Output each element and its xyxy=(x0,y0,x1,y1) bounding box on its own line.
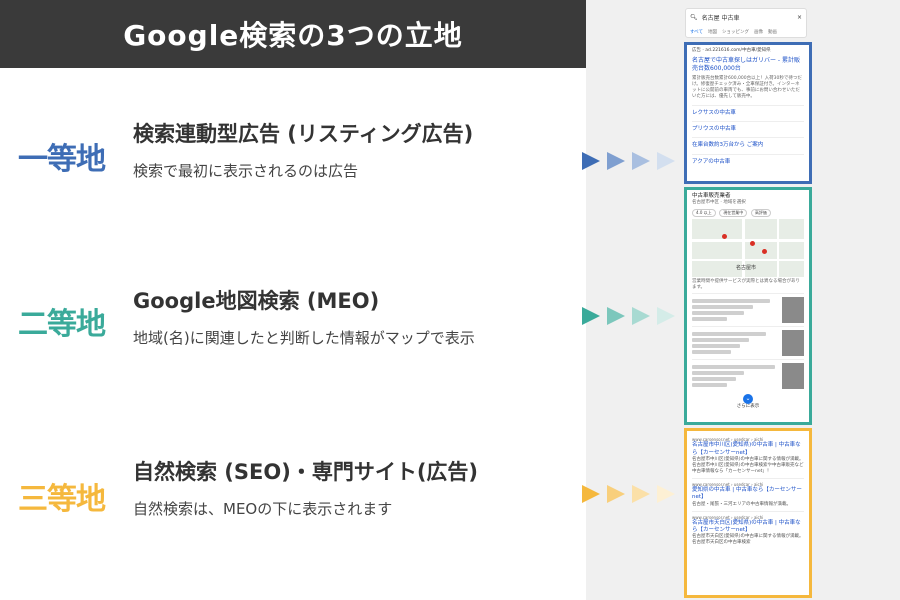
tier-3-arrows xyxy=(580,483,680,505)
page-title: Google検索の3つの立地 xyxy=(123,19,463,52)
organic-result: www.carsensor.net › usedcar › aichi 愛知県の… xyxy=(692,479,804,512)
chip-rating: 4.0 以上 xyxy=(692,209,716,217)
ad-desc: 累計販売台数累計600,000台以上！入荷30秒で待つだけ。修復歴チェック済み・… xyxy=(692,76,802,100)
arrow-icon xyxy=(582,152,600,170)
organic-result: www.carsensor.net › usedcar › aichi 名古屋市… xyxy=(692,434,804,479)
tier-3-title: 自然検索 (SEO)・専門サイト(広告) xyxy=(133,460,479,484)
local-result-box: 中古車販売業者 名古屋市中区 · 地域を選択 4.0 以上 現在営業中 高評価 … xyxy=(684,187,812,425)
organic-title: 名古屋市中川区(愛知県)の中古車 | 中古車なら【カーセンサーnet】 xyxy=(692,442,801,456)
listing-thumbnail xyxy=(782,330,804,357)
ad-sitelink-4: アクアの中古車 xyxy=(692,153,804,170)
filter-chips: 4.0 以上 現在営業中 高評価 xyxy=(692,209,804,217)
list-item xyxy=(692,326,804,359)
tier-3-desc: 自然検索は、MEOの下に表示されます xyxy=(133,500,393,518)
tier-2-label: 二等地 xyxy=(18,307,106,342)
map-label: 名古屋市 xyxy=(736,265,757,272)
tab-maps: 地図 xyxy=(708,30,718,35)
map-pin-icon xyxy=(762,249,767,255)
tier-3-label: 三等地 xyxy=(18,482,106,517)
tier-2-desc: 地域(名)に関連したと判断した情報がマップで表示 xyxy=(133,329,475,347)
organic-result-box: www.carsensor.net › usedcar › aichi 名古屋市… xyxy=(684,428,812,598)
tab-images: 画像 xyxy=(754,30,764,35)
organic-desc: 名古屋市中川区(愛知県)の中古車に関する情報が満載。名古屋市中川区(愛知県)の中… xyxy=(692,456,804,474)
map-preview: 名古屋市 xyxy=(692,219,809,278)
list-item xyxy=(692,293,804,326)
tier-2-title: Google地図検索 (MEO) xyxy=(133,289,380,313)
search-icon: 🔍︎ xyxy=(690,14,698,21)
ad-sitelink-1: レクサスの中古車 xyxy=(692,104,804,121)
tier-1-desc: 検索で最初に表示されるのは広告 xyxy=(133,162,359,180)
local-subheading: 名古屋市中区 · 地域を選択 xyxy=(692,200,746,206)
ad-sitelink-3: 在庫台数約3万台から ご案内 xyxy=(692,137,804,153)
arrow-icon xyxy=(632,485,650,503)
header-banner: Google検索の3つの立地 xyxy=(0,0,586,68)
search-query: 名古屋 中古車 xyxy=(701,15,740,22)
arrow-icon xyxy=(632,152,650,170)
map-pin-icon xyxy=(750,241,755,247)
tier-2-arrows xyxy=(580,305,680,327)
list-item xyxy=(692,359,804,392)
arrow-icon xyxy=(582,485,600,503)
chip-top: 高評価 xyxy=(750,209,771,217)
ad-result-box: 広告 · ad.221616.com/中古車/愛知県 名古屋で中古車探しはガリバ… xyxy=(684,42,812,184)
ad-title: 名古屋で中古車探しはガリバー - 累計販売台数600,000台 xyxy=(692,57,800,73)
more-label: さらに表示 xyxy=(736,404,760,410)
listing-thumbnail xyxy=(782,363,804,390)
arrow-icon xyxy=(632,307,650,325)
arrow-icon xyxy=(657,152,675,170)
tier-1-label: 一等地 xyxy=(18,142,106,177)
close-icon: × xyxy=(796,14,802,21)
chip-open: 現在営業中 xyxy=(719,209,748,217)
arrow-icon xyxy=(657,485,675,503)
tier-1-title: 検索連動型広告 (リスティング広告) xyxy=(133,122,474,146)
organic-title: 愛知県の中古車 | 中古車なら【カーセンサーnet】 xyxy=(692,487,802,501)
tab-shopping: ショッピング xyxy=(722,30,750,35)
chevron-down-icon: ⌄ xyxy=(743,394,753,405)
organic-result: www.carsensor.net › usedcar › aichi 名古屋市… xyxy=(692,512,804,550)
organic-title: 名古屋市天白区(愛知県)の中古車 | 中古車なら【カーセンサーnet】 xyxy=(692,519,801,534)
organic-desc: 名古屋市天白区(愛知県)の中古車に関する情報が満載。名古屋市天白区の中古車検索 xyxy=(692,534,804,546)
arrow-icon xyxy=(607,307,625,325)
arrow-icon xyxy=(607,485,625,503)
tab-videos: 動画 xyxy=(768,30,778,35)
search-bar-mock: 🔍︎ 名古屋 中古車 × すべて 地図 ショッピング 画像 動画 xyxy=(685,8,807,38)
local-notice: 営業時間や提供サービスが実際とは異なる場合があります。 xyxy=(692,279,800,291)
listing-thumbnail xyxy=(782,297,804,324)
organic-desc: 名古屋・尾張・三河エリアの中古車情報が満載。 xyxy=(692,501,791,507)
tier-1-arrows xyxy=(580,150,680,172)
ad-sitelink-2: プリウスの中古車 xyxy=(692,120,804,137)
arrow-icon xyxy=(582,307,600,325)
ad-sponsor: 広告 · ad.221616.com/中古車/愛知県 xyxy=(692,48,771,53)
arrow-icon xyxy=(657,307,675,325)
tab-all: すべて xyxy=(690,30,704,35)
arrow-icon xyxy=(607,152,625,170)
search-tabs: すべて 地図 ショッピング 画像 動画 xyxy=(686,26,806,38)
